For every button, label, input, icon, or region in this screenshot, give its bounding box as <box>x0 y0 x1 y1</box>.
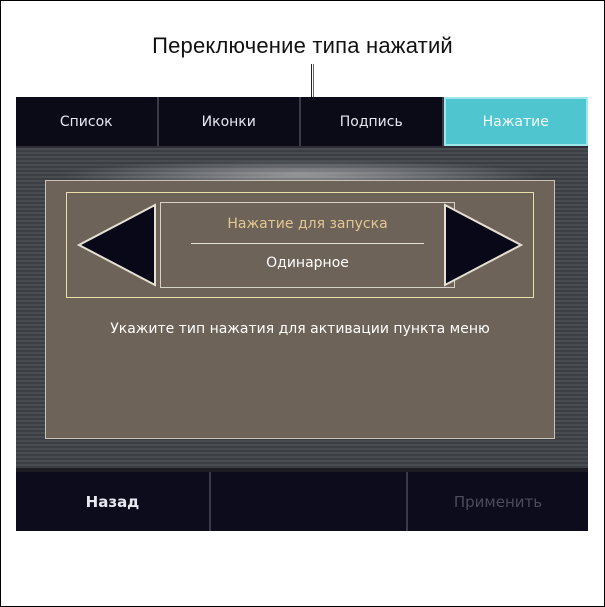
tab-list[interactable]: Список <box>16 97 159 146</box>
tab-label: Иконки <box>201 113 256 130</box>
tab-caption[interactable]: Подпись <box>301 97 444 146</box>
tab-tap[interactable]: Нажатие <box>443 97 588 146</box>
device-screen: Список Иконки Подпись Нажатие Нажатие дл… <box>16 97 588 531</box>
apply-button-label: Применить <box>453 492 543 511</box>
tab-label: Нажатие <box>482 113 549 130</box>
callout-caption: Переключение типа нажатий <box>152 33 453 58</box>
back-button[interactable]: Назад <box>16 472 211 531</box>
arrow-right-icon[interactable] <box>443 203 523 287</box>
bottom-bar: Назад Применить <box>16 472 588 531</box>
tab-label: Подпись <box>339 113 403 130</box>
tap-type-selector: Нажатие для запуска Одинарное <box>66 192 534 298</box>
tab-icons[interactable]: Иконки <box>158 97 301 146</box>
apply-button[interactable]: Применить <box>408 472 588 531</box>
empty-button <box>211 472 408 531</box>
tap-type-label: Нажатие для запуска <box>227 216 388 232</box>
arrow-left-icon[interactable] <box>77 203 157 287</box>
tap-type-value: Одинарное <box>266 255 349 271</box>
tap-type-value-box: Нажатие для запуска Одинарное <box>160 202 455 288</box>
content-area: Нажатие для запуска Одинарное Укажите ти… <box>16 148 588 468</box>
back-button-label: Назад <box>85 492 140 511</box>
tab-label: Список <box>59 113 113 130</box>
hint-text: Укажите тип нажатия для активации пункта… <box>110 321 490 337</box>
settings-panel: Нажатие для запуска Одинарное Укажите ти… <box>45 180 555 439</box>
divider <box>191 243 424 244</box>
tab-bar: Список Иконки Подпись Нажатие <box>16 97 588 148</box>
